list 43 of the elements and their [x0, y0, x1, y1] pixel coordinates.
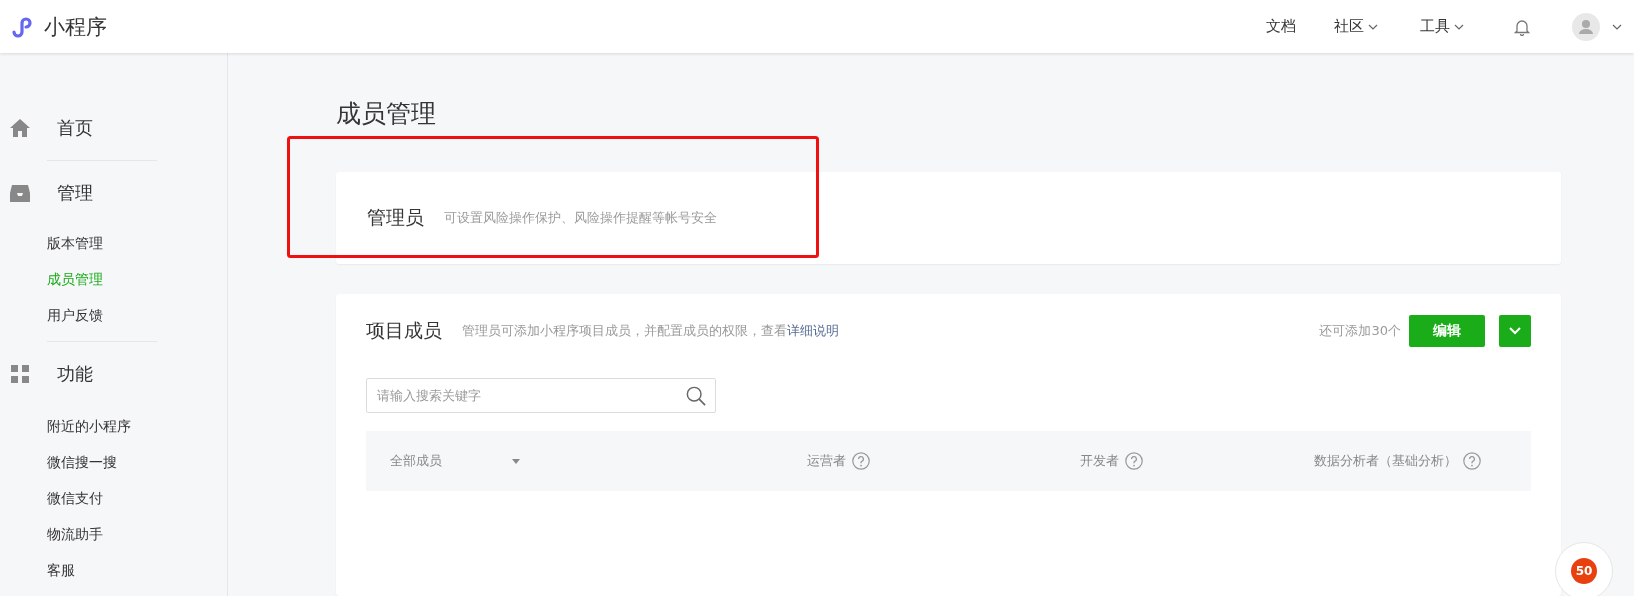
- column-header[interactable]: 全部成员: [390, 452, 442, 470]
- chevron-icon: [1509, 327, 1521, 335]
- nav-link[interactable]: 文档: [1266, 17, 1296, 36]
- details-link[interactable]: 详细说明: [787, 323, 839, 338]
- sidebar-item[interactable]: 附近的小程序: [0, 408, 227, 444]
- nav-link[interactable]: 社区: [1334, 17, 1378, 36]
- logo-text: 小程序: [44, 13, 107, 41]
- remaining-count: 还可添加30个: [1319, 322, 1401, 340]
- nav-link[interactable]: 工具: [1420, 17, 1464, 36]
- card-title: 管理员: [367, 205, 424, 230]
- search-field[interactable]: 请输入搜索关键字: [366, 378, 716, 413]
- page-title: 成员管理: [336, 98, 437, 130]
- card-title: 项目成员: [366, 318, 442, 343]
- grid-icon: [10, 365, 30, 383]
- sidebar-item[interactable]: 版本管理: [0, 225, 227, 261]
- dropdown-icon[interactable]: [512, 458, 520, 464]
- help-icon[interactable]: [1463, 452, 1481, 470]
- help-icon[interactable]: [852, 452, 870, 470]
- sidebar-section[interactable]: 管理: [57, 181, 93, 205]
- chevron-icon: [1368, 23, 1378, 30]
- sidebar-section[interactable]: 功能: [57, 362, 93, 386]
- dropdown-button[interactable]: [1499, 315, 1531, 347]
- home-icon: [10, 119, 30, 137]
- sidebar-item[interactable]: 微信搜一搜: [0, 444, 227, 480]
- bell-icon[interactable]: [1514, 17, 1530, 36]
- card-description: 管理员可添加小程序项目成员，并配置成员的权限，查看详细说明: [462, 322, 840, 340]
- sidebar-item[interactable]: 物流助手: [0, 516, 227, 552]
- card-description: 可设置风险操作保护、风险操作提醒等帐号安全: [444, 209, 717, 227]
- sidebar-section[interactable]: 首页: [57, 116, 93, 140]
- sidebar-item[interactable]: 客服: [0, 552, 227, 588]
- inbox-icon: [10, 184, 30, 202]
- help-icon[interactable]: [1125, 452, 1143, 470]
- avatar-icon[interactable]: [1572, 12, 1600, 41]
- column-header: 数据分析者（基础分析）: [1314, 452, 1457, 470]
- column-header: 运营者: [807, 452, 846, 470]
- column-header: 开发者: [1080, 452, 1119, 470]
- caret-icon[interactable]: [1612, 23, 1622, 30]
- notification-badge: 50: [1571, 558, 1597, 584]
- chevron-icon: [1454, 23, 1464, 30]
- floating-button[interactable]: 50: [1555, 542, 1613, 596]
- search-icon[interactable]: [686, 386, 706, 406]
- sidebar-item[interactable]: 用户反馈: [0, 297, 227, 333]
- sidebar-item[interactable]: 微信支付: [0, 480, 227, 516]
